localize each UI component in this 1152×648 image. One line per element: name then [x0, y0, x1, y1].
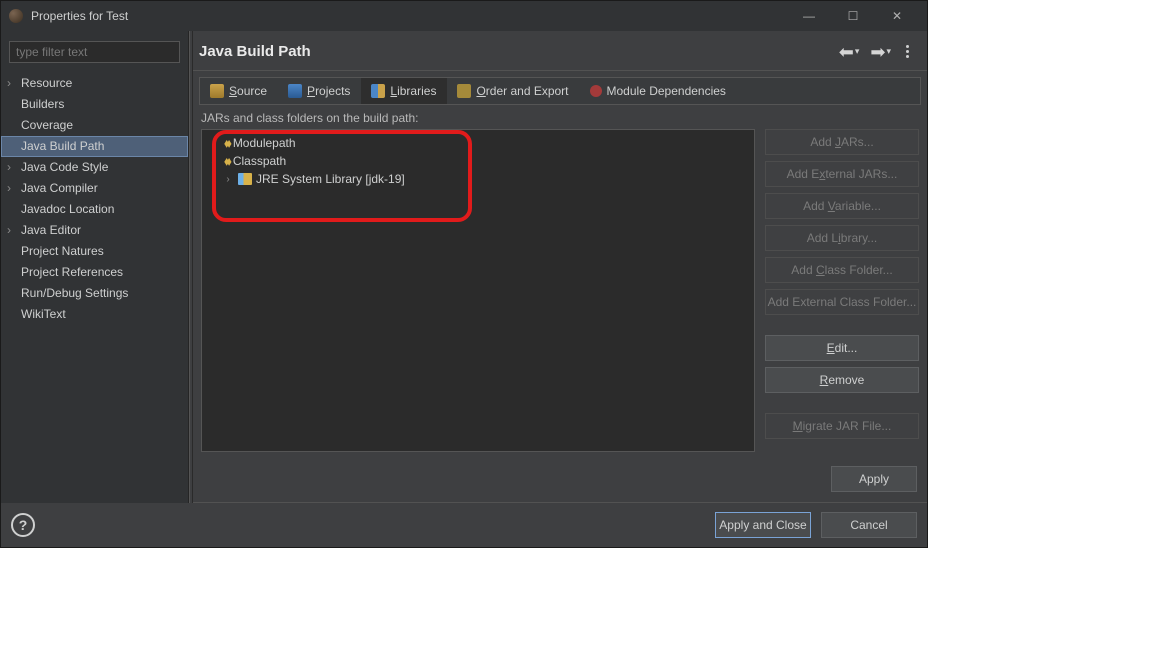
page-title: Java Build Path: [199, 43, 311, 60]
tab-libraries[interactable]: Libraries: [361, 78, 447, 104]
content-area: Resource Builders Coverage Java Build Pa…: [1, 31, 927, 503]
libraries-caption: JARs and class folders on the build path…: [201, 111, 921, 125]
window-title: Properties for Test: [31, 9, 128, 23]
sidebar-item-java-build-path[interactable]: Java Build Path: [1, 136, 188, 157]
tab-source[interactable]: Source: [200, 78, 278, 104]
pane-header: Java Build Path ⬅ ➡: [193, 31, 927, 71]
edit-button[interactable]: Edit...: [765, 335, 919, 361]
add-external-jars-button[interactable]: Add External JARs...: [765, 161, 919, 187]
titlebar: Properties for Test — ☐ ✕: [1, 1, 927, 31]
dialog-footer: ? Apply and Close Cancel: [1, 503, 927, 547]
eclipse-icon: [9, 9, 23, 23]
add-variable-button[interactable]: Add Variable...: [765, 193, 919, 219]
add-external-class-folder-button[interactable]: Add External Class Folder...: [765, 289, 919, 315]
sidebar-item-run-debug-settings[interactable]: Run/Debug Settings: [1, 283, 188, 304]
tree-row-classpath[interactable]: ⌄ ⬧⬧ Classpath: [208, 152, 748, 170]
libraries-icon: [371, 84, 385, 98]
nav-menu-button[interactable]: [902, 41, 913, 62]
sidebar-item-project-references[interactable]: Project References: [1, 262, 188, 283]
module-deps-icon: [590, 85, 602, 97]
maximize-button[interactable]: ☐: [831, 1, 875, 31]
sidebar-item-javadoc-location[interactable]: Javadoc Location: [1, 199, 188, 220]
sidebar-item-project-natures[interactable]: Project Natures: [1, 241, 188, 262]
sidebar-item-coverage[interactable]: Coverage: [1, 115, 188, 136]
minimize-button[interactable]: —: [787, 1, 831, 31]
sidebar-item-java-editor[interactable]: Java Editor: [1, 220, 188, 241]
nav-tree: Resource Builders Coverage Java Build Pa…: [1, 73, 188, 325]
apply-and-close-button[interactable]: Apply and Close: [715, 512, 811, 538]
right-pane: Java Build Path ⬅ ➡ Source Projects: [193, 31, 927, 503]
tree-row-modulepath[interactable]: › ⬧⬧ Modulepath: [208, 134, 748, 152]
tab-projects[interactable]: Projects: [278, 78, 361, 104]
apply-button[interactable]: Apply: [831, 466, 917, 492]
nav-forward-button[interactable]: ➡: [870, 43, 890, 61]
sidebar: Resource Builders Coverage Java Build Pa…: [1, 31, 189, 503]
tree-label: JRE System Library [jdk-19]: [256, 172, 405, 186]
remove-button[interactable]: Remove: [765, 367, 919, 393]
jre-library-icon: [238, 173, 252, 185]
tab-module-dependencies[interactable]: Module Dependencies: [580, 78, 737, 104]
source-icon: [210, 84, 224, 98]
order-export-icon: [457, 84, 471, 98]
build-path-tabs: Source Projects Libraries Order and Expo…: [199, 77, 921, 105]
classpath-icon: ⬧⬧: [224, 154, 229, 169]
sidebar-item-resource[interactable]: Resource: [1, 73, 188, 94]
add-jars-button[interactable]: Add JARs...: [765, 129, 919, 155]
cancel-button[interactable]: Cancel: [821, 512, 917, 538]
classpath-tree[interactable]: › ⬧⬧ Modulepath ⌄ ⬧⬧ Classpath › JR: [201, 129, 755, 452]
nav-back-button[interactable]: ⬅: [839, 43, 859, 61]
add-library-button[interactable]: Add Library...: [765, 225, 919, 251]
properties-dialog: Properties for Test — ☐ ✕ Resource Build…: [0, 0, 928, 548]
add-class-folder-button[interactable]: Add Class Folder...: [765, 257, 919, 283]
sidebar-item-builders[interactable]: Builders: [1, 94, 188, 115]
tree-label: Modulepath: [233, 136, 296, 150]
modulepath-icon: ⬧⬧: [224, 136, 229, 151]
sidebar-item-java-compiler[interactable]: Java Compiler: [1, 178, 188, 199]
libraries-button-column: Add JARs... Add External JARs... Add Var…: [765, 129, 919, 452]
sidebar-item-wikitext[interactable]: WikiText: [1, 304, 188, 325]
help-icon[interactable]: ?: [11, 513, 35, 537]
filter-input[interactable]: [9, 41, 180, 63]
tree-label: Classpath: [233, 154, 286, 168]
close-button[interactable]: ✕: [875, 1, 919, 31]
sidebar-item-java-code-style[interactable]: Java Code Style: [1, 157, 188, 178]
tree-row-jre[interactable]: › JRE System Library [jdk-19]: [208, 170, 748, 188]
tab-order-export[interactable]: Order and Export: [447, 78, 579, 104]
projects-icon: [288, 84, 302, 98]
migrate-jar-button[interactable]: Migrate JAR File...: [765, 413, 919, 439]
